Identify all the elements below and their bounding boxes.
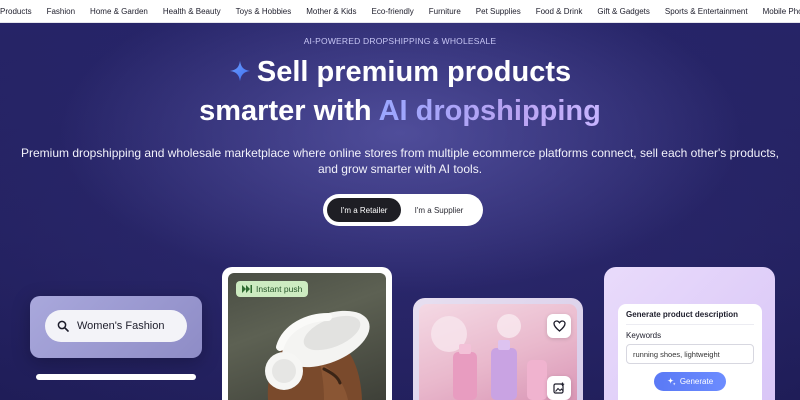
product-bottles-photo (419, 304, 577, 400)
headline-text-1: Sell premium products (256, 56, 572, 88)
heart-icon (552, 320, 566, 332)
instant-push-label: Instant push (256, 284, 303, 294)
add-image-icon (553, 382, 565, 394)
hero-eyebrow: AI-POWERED DROPSHIPPING & WHOLESALE (303, 36, 497, 46)
role-toggle: I'm a Retailer I'm a Supplier (323, 194, 483, 226)
search-pill[interactable]: Women's Fashion (45, 310, 187, 342)
card-strip (36, 374, 196, 380)
nav-item-furniture[interactable]: Furniture (429, 7, 461, 16)
search-pill-text: Women's Fashion (77, 320, 165, 332)
generate-button[interactable]: Generate (654, 372, 726, 391)
nav-item-mother-kids[interactable]: Mother & Kids (306, 7, 356, 16)
nav-item-mobile-phones[interactable]: Mobile Pho (763, 7, 800, 16)
instant-push-card: Instant push (222, 267, 392, 400)
product-card (413, 298, 583, 400)
add-image-button[interactable] (547, 376, 571, 400)
generator-panel: Generate product description Keywords ru… (618, 304, 762, 400)
nav-item-food-drink[interactable]: Food & Drink (536, 7, 583, 16)
category-nav: l Products Fashion Home & Garden Health … (0, 0, 800, 23)
headline-highlight: AI dropshipping (378, 95, 601, 127)
keywords-label: Keywords (626, 331, 662, 340)
fast-forward-icon (242, 285, 252, 293)
nav-item-toys-hobbies[interactable]: Toys & Hobbies (236, 7, 292, 16)
nav-item-health-beauty[interactable]: Health & Beauty (163, 7, 221, 16)
nav-item-gift-gadgets[interactable]: Gift & Gadgets (597, 7, 649, 16)
nav-item-pet-supplies[interactable]: Pet Supplies (476, 7, 521, 16)
supplier-toggle-button[interactable]: I'm a Supplier (401, 198, 477, 222)
headline-line-1: Sell premium products (0, 53, 800, 92)
sparkle-icon (229, 60, 250, 82)
nav-item-all-products[interactable]: l Products (0, 7, 32, 16)
headline-line-2: smarter with AI dropshipping (0, 92, 800, 131)
nav-item-fashion[interactable]: Fashion (47, 7, 75, 16)
sparkles-icon (667, 377, 676, 386)
generate-button-label: Generate (679, 377, 714, 386)
retailer-toggle-button[interactable]: I'm a Retailer (327, 198, 401, 222)
keywords-input[interactable]: running shoes, lightweight (626, 344, 754, 364)
generate-description-card: Generate product description Keywords ru… (604, 267, 775, 400)
headline-text-2: smarter with (199, 95, 379, 127)
generator-title: Generate product description (626, 310, 754, 325)
hero-subtitle: Premium dropshipping and wholesale marke… (21, 146, 779, 176)
search-feature-card: Women's Fashion (30, 296, 202, 358)
vr-headset-photo: Instant push (228, 273, 386, 400)
search-icon (57, 320, 69, 332)
instant-push-badge: Instant push (236, 281, 309, 297)
nav-item-sports-entertainment[interactable]: Sports & Entertainment (665, 7, 748, 16)
nav-item-eco-friendly[interactable]: Eco-friendly (372, 7, 414, 16)
favorite-button[interactable] (547, 314, 571, 338)
nav-item-home-garden[interactable]: Home & Garden (90, 7, 148, 16)
hero-headline: Sell premium products smarter with AI dr… (0, 53, 800, 131)
